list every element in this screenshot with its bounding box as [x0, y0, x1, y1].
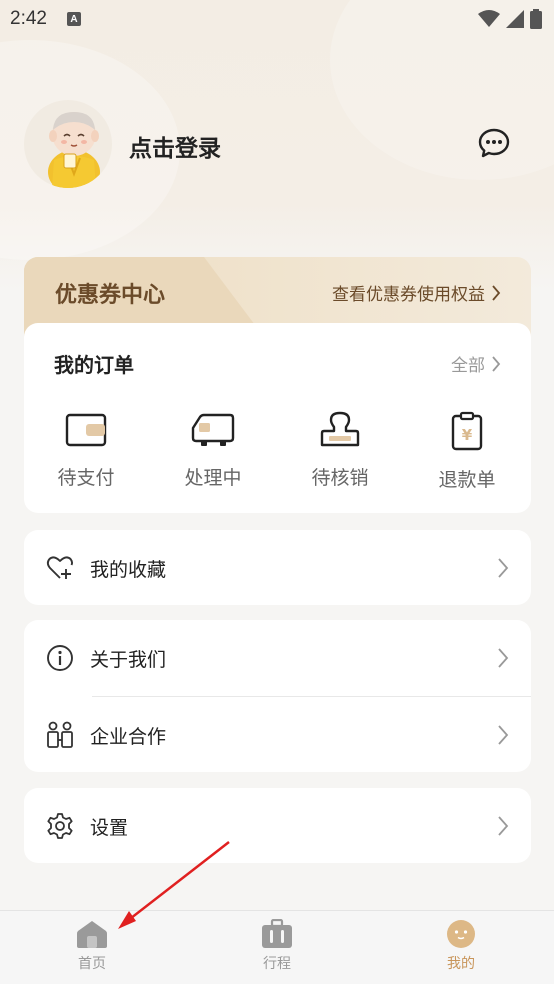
tab-mine[interactable]: 我的	[421, 919, 501, 973]
order-to-verify[interactable]: 待核销	[285, 411, 395, 490]
favorites-card: 我的收藏	[24, 530, 531, 605]
info-card: 关于我们 企业合作	[24, 620, 531, 772]
people-icon	[47, 721, 73, 748]
tab-home[interactable]: 首页	[52, 919, 132, 973]
coupon-center-title: 优惠券中心	[55, 283, 166, 308]
menu-item-about-us[interactable]: 关于我们	[24, 620, 531, 696]
menu-item-cooperation[interactable]: 企业合作	[24, 697, 531, 773]
wallet-icon	[65, 413, 107, 447]
status-time: 2:42	[10, 8, 47, 29]
login-link[interactable]: 点击登录	[129, 129, 221, 163]
heart-plus-icon	[46, 556, 74, 579]
avatar[interactable]	[24, 100, 112, 188]
chat-bubble-icon[interactable]	[478, 128, 510, 158]
settings-card: 设置	[24, 788, 531, 863]
orders-all-link[interactable]: 全部	[451, 351, 501, 376]
status-bar: 2:42 A	[0, 0, 554, 38]
cooperation-label: 企业合作	[90, 726, 167, 748]
svg-text:¥: ¥	[462, 426, 473, 444]
notification-a-icon: A	[66, 12, 81, 26]
bottom-tab-bar: 首页 行程 我的	[0, 910, 554, 984]
truck-icon	[191, 413, 235, 446]
order-pending-payment[interactable]: 待支付	[31, 411, 141, 490]
my-orders-card: 我的订单 全部 待支付 处理中 待核销 ¥ 退款单	[24, 323, 531, 513]
settings-label: 设置	[90, 817, 129, 839]
chevron-right-icon	[498, 725, 509, 745]
coupon-benefits-link[interactable]: 查看优惠券使用权益	[332, 280, 485, 305]
gear-icon	[47, 813, 73, 839]
order-refunds[interactable]: ¥ 退款单	[412, 411, 522, 492]
mascot-face-icon	[447, 920, 475, 948]
home-icon	[77, 921, 107, 948]
order-processing[interactable]: 处理中	[158, 411, 268, 490]
chevron-right-icon	[498, 816, 509, 836]
stamp-icon	[320, 411, 360, 447]
wifi-icon	[478, 10, 500, 27]
my-orders-title: 我的订单	[54, 353, 134, 377]
chevron-right-icon	[492, 284, 501, 301]
tab-itinerary[interactable]: 行程	[237, 919, 317, 973]
about-us-label: 关于我们	[90, 649, 167, 671]
chevron-right-icon	[492, 355, 501, 372]
refund-receipt-icon: ¥	[451, 411, 483, 451]
chevron-right-icon	[498, 558, 509, 578]
signal-icon	[506, 10, 524, 28]
suitcase-icon	[262, 919, 292, 948]
info-icon	[47, 645, 73, 671]
menu-item-settings[interactable]: 设置	[24, 788, 531, 864]
chevron-right-icon	[498, 648, 509, 668]
battery-icon	[530, 9, 542, 29]
menu-item-favorites[interactable]: 我的收藏	[24, 530, 531, 606]
orders-all-label: 全部	[451, 356, 485, 376]
favorites-label: 我的收藏	[90, 559, 167, 581]
monk-mascot-icon	[48, 112, 100, 188]
